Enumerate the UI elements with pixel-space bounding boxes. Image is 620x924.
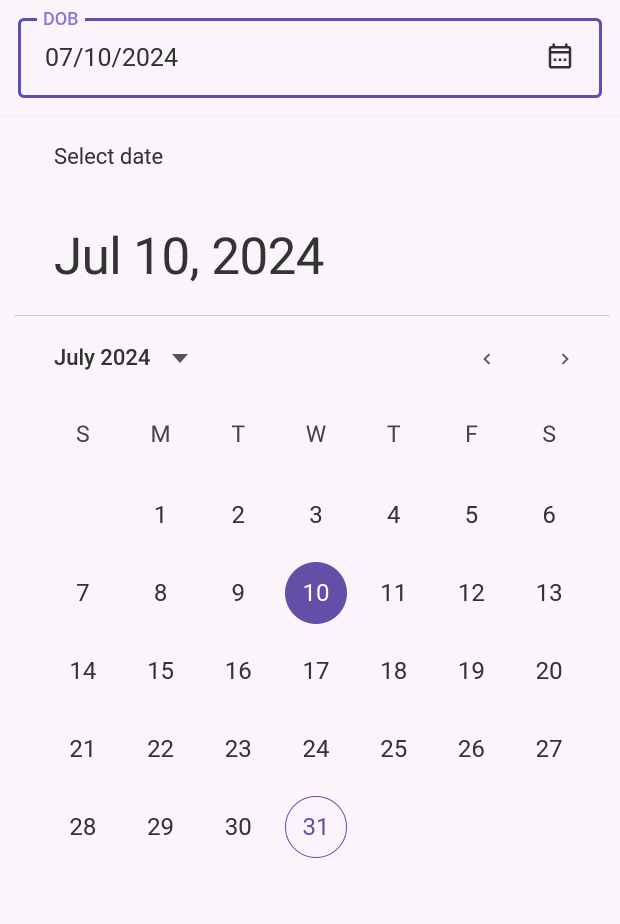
date-picker: Select date Jul 10, 2024 July 2024 SMTWT… xyxy=(0,117,620,866)
day-cell[interactable]: 23 xyxy=(199,710,277,788)
dob-input-label: DOB xyxy=(37,9,85,30)
day-cell[interactable]: 10 xyxy=(277,554,355,632)
day-cell[interactable]: 14 xyxy=(44,632,122,710)
day-cell[interactable]: 22 xyxy=(122,710,200,788)
day-cell[interactable]: 6 xyxy=(510,476,588,554)
dob-input-value: 07/10/2024 xyxy=(45,44,178,73)
day-number: 1 xyxy=(130,484,192,546)
day-cell[interactable]: 5 xyxy=(433,476,511,554)
day-cell[interactable]: 29 xyxy=(122,788,200,866)
day-number: 30 xyxy=(207,796,269,858)
day-cell[interactable]: 31 xyxy=(277,788,355,866)
day-cell[interactable]: 8 xyxy=(122,554,200,632)
weekday-header: W xyxy=(277,407,355,476)
day-number: 28 xyxy=(52,796,114,858)
day-number: 21 xyxy=(52,718,114,780)
month-year-label: July 2024 xyxy=(54,346,150,371)
day-number: 22 xyxy=(130,718,192,780)
day-cell[interactable]: 4 xyxy=(355,476,433,554)
day-number: 10 xyxy=(285,562,347,624)
day-cell[interactable]: 17 xyxy=(277,632,355,710)
weekday-header: T xyxy=(355,407,433,476)
day-number: 9 xyxy=(207,562,269,624)
day-number: 13 xyxy=(518,562,580,624)
weekday-header: M xyxy=(122,407,200,476)
chevron-right-icon xyxy=(554,348,576,370)
weekday-header: S xyxy=(510,407,588,476)
day-number: 3 xyxy=(285,484,347,546)
weekday-header: S xyxy=(44,407,122,476)
day-cell[interactable]: 3 xyxy=(277,476,355,554)
day-number: 7 xyxy=(52,562,114,624)
prev-month-button[interactable] xyxy=(476,348,498,370)
day-number: 23 xyxy=(207,718,269,780)
weekday-header: T xyxy=(199,407,277,476)
selected-date-headline: Jul 10, 2024 xyxy=(54,228,570,287)
day-number: 25 xyxy=(363,718,425,780)
day-number: 20 xyxy=(518,640,580,702)
next-month-button[interactable] xyxy=(554,348,576,370)
chevron-left-icon xyxy=(476,348,498,370)
day-number: 16 xyxy=(207,640,269,702)
day-number: 6 xyxy=(518,484,580,546)
day-number: 19 xyxy=(440,640,502,702)
day-number: 11 xyxy=(363,562,425,624)
day-number: 14 xyxy=(52,640,114,702)
chevron-down-icon xyxy=(172,354,188,363)
day-cell[interactable]: 20 xyxy=(510,632,588,710)
day-cell[interactable]: 26 xyxy=(433,710,511,788)
day-number: 15 xyxy=(130,640,192,702)
day-cell[interactable]: 28 xyxy=(44,788,122,866)
day-number: 26 xyxy=(440,718,502,780)
day-cell[interactable]: 16 xyxy=(199,632,277,710)
calendar-icon[interactable] xyxy=(545,41,575,75)
select-date-label: Select date xyxy=(54,145,570,170)
day-cell[interactable]: 1 xyxy=(122,476,200,554)
day-cell[interactable]: 25 xyxy=(355,710,433,788)
day-cell[interactable]: 2 xyxy=(199,476,277,554)
day-cell[interactable]: 21 xyxy=(44,710,122,788)
day-cell[interactable]: 24 xyxy=(277,710,355,788)
calendar-grid: SMTWTFS123456789101112131415161718192021… xyxy=(44,407,588,866)
day-cell[interactable]: 30 xyxy=(199,788,277,866)
day-cell[interactable]: 19 xyxy=(433,632,511,710)
day-cell[interactable]: 7 xyxy=(44,554,122,632)
day-number: 18 xyxy=(363,640,425,702)
month-year-selector[interactable]: July 2024 xyxy=(54,346,188,371)
day-cell[interactable]: 27 xyxy=(510,710,588,788)
day-cell[interactable]: 11 xyxy=(355,554,433,632)
day-number: 27 xyxy=(518,718,580,780)
day-number: 2 xyxy=(207,484,269,546)
day-number: 5 xyxy=(440,484,502,546)
day-number: 24 xyxy=(285,718,347,780)
day-number: 31 xyxy=(285,796,347,858)
day-number: 29 xyxy=(130,796,192,858)
day-cell-empty xyxy=(44,476,122,554)
day-number: 12 xyxy=(440,562,502,624)
day-cell[interactable]: 18 xyxy=(355,632,433,710)
dob-input[interactable]: DOB 07/10/2024 xyxy=(18,18,602,98)
day-cell[interactable]: 13 xyxy=(510,554,588,632)
day-number: 4 xyxy=(363,484,425,546)
day-number: 17 xyxy=(285,640,347,702)
day-cell[interactable]: 15 xyxy=(122,632,200,710)
weekday-header: F xyxy=(433,407,511,476)
day-number: 8 xyxy=(130,562,192,624)
day-cell[interactable]: 9 xyxy=(199,554,277,632)
day-cell[interactable]: 12 xyxy=(433,554,511,632)
